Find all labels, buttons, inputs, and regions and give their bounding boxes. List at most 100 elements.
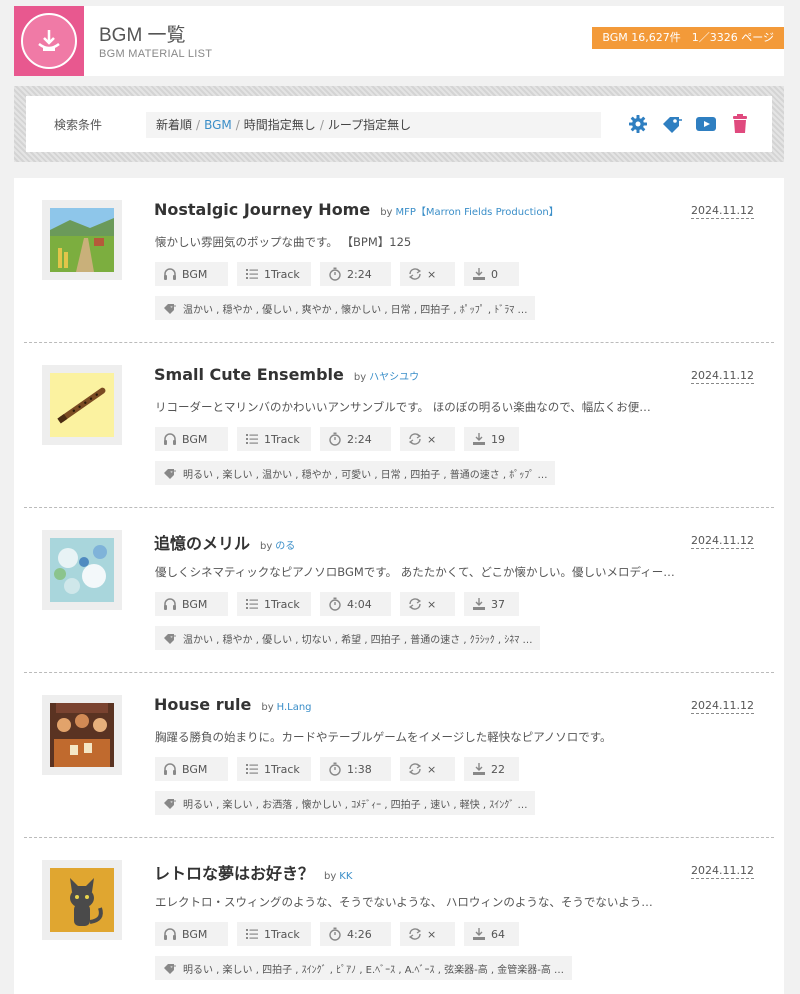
item-date: 2024.11.12 xyxy=(691,534,754,549)
condition-separator: / xyxy=(319,118,324,132)
duration-chip: 4:26 xyxy=(320,922,391,946)
download-icon xyxy=(473,763,485,775)
item-title[interactable]: 追憶のメリル by のる xyxy=(154,530,295,554)
item-author-link[interactable]: H.Lang xyxy=(277,702,312,713)
item-description: 優しくシネマティックなピアノソロBGMです。 あたたかくて、どこか懐かしい。優し… xyxy=(155,565,675,579)
item-author-link[interactable]: ハヤシユウ xyxy=(369,372,419,383)
list-item: Nostalgic Journey Home by MFP【Marron Field… xyxy=(24,178,774,343)
genre-chip: BGM xyxy=(155,757,228,781)
condition-category[interactable]: BGM xyxy=(204,118,232,132)
item-title-text[interactable]: House rule xyxy=(154,695,251,714)
tag-icon xyxy=(164,304,176,314)
genre-label: BGM xyxy=(182,927,208,941)
item-tags[interactable]: 温かい , 穏やか , 優しい , 爽やか , 懐かしい , 日常 , 四拍子 … xyxy=(155,296,536,320)
item-title[interactable]: House rule by H.Lang xyxy=(154,695,312,714)
tracks-label: 1Track xyxy=(264,927,300,941)
logo-emblem-icon xyxy=(21,13,77,69)
item-meta: BGM 1Track 2:24 × 19 xyxy=(155,427,519,451)
stopwatch-icon xyxy=(329,432,341,446)
stopwatch-icon xyxy=(329,927,341,941)
loop-chip: × xyxy=(400,922,455,946)
list-item: House rule by H.Lang 2024.11.12 胸躍る勝負の始まりに… xyxy=(24,673,774,838)
tracks-chip: 1Track xyxy=(237,262,311,286)
tracks-chip: 1Track xyxy=(237,592,311,616)
item-by: by xyxy=(260,541,273,552)
tracks-chip: 1Track xyxy=(237,757,311,781)
loop-label: × xyxy=(427,597,437,611)
tags-text: 明るい , 楽しい , お洒落 , 懐かしい , ｺﾒﾃﾞｨｰ , 四拍子 , … xyxy=(183,799,528,811)
search-conditions[interactable]: 新着順 / BGM / 時間指定無し / ループ指定無し xyxy=(146,112,601,138)
downloads-label: 64 xyxy=(491,927,505,941)
thumbnail[interactable] xyxy=(42,365,122,445)
loop-icon xyxy=(408,763,422,775)
duration-chip: 2:24 xyxy=(320,262,391,286)
loop-label: × xyxy=(427,927,437,941)
loop-label: × xyxy=(427,762,437,776)
thumbnail[interactable] xyxy=(42,200,122,280)
video-icon[interactable] xyxy=(694,112,718,136)
list-icon xyxy=(246,929,258,939)
bgm-list: Nostalgic Journey Home by MFP【Marron Field… xyxy=(14,178,784,994)
thumbnail-image xyxy=(50,538,114,602)
loop-icon xyxy=(408,598,422,610)
tags-text: 明るい , 楽しい , 四拍子 , ｽｲﾝｸﾞ , ﾋﾟｱﾉ , E.ﾍﾞｰｽ … xyxy=(183,964,565,976)
item-tags[interactable]: 温かい , 穏やか , 優しい , 切ない , 希望 , 四拍子 , 普通の速さ… xyxy=(155,626,541,650)
thumbnail[interactable] xyxy=(42,530,122,610)
item-title[interactable]: レトロな夢はお好き？ by KK xyxy=(154,860,352,884)
tags-text: 温かい , 穏やか , 優しい , 切ない , 希望 , 四拍子 , 普通の速さ… xyxy=(183,634,533,646)
item-title-text[interactable]: レトロな夢はお好き？ xyxy=(154,864,314,883)
loop-icon xyxy=(408,268,422,280)
duration-chip: 4:04 xyxy=(320,592,391,616)
download-icon xyxy=(473,433,485,445)
loop-chip: × xyxy=(400,757,455,781)
tag-icon[interactable] xyxy=(660,112,684,136)
list-icon xyxy=(246,269,258,279)
headphones-icon xyxy=(164,268,176,280)
item-by: by xyxy=(261,702,274,713)
thumbnail[interactable] xyxy=(42,695,122,775)
item-author-link[interactable]: MFP【Marron Fields Production】 xyxy=(395,207,558,218)
tracks-chip: 1Track xyxy=(237,922,311,946)
item-title[interactable]: Small Cute Ensemble by ハヤシユウ xyxy=(154,365,419,384)
item-by: by xyxy=(380,207,393,218)
tracks-label: 1Track xyxy=(264,432,300,446)
item-title-text[interactable]: Small Cute Ensemble xyxy=(154,365,344,384)
page-subtitle: BGM MATERIAL LIST xyxy=(99,48,213,60)
downloads-chip: 37 xyxy=(464,592,519,616)
tracks-label: 1Track xyxy=(264,267,300,281)
downloads-chip: 64 xyxy=(464,922,519,946)
tracks-label: 1Track xyxy=(264,762,300,776)
condition-separator: / xyxy=(235,118,240,132)
page-title: BGM 一覧 xyxy=(99,25,186,46)
trash-icon[interactable] xyxy=(728,112,752,136)
item-title-text[interactable]: 追憶のメリル xyxy=(154,534,250,553)
tag-icon xyxy=(164,799,176,809)
downloads-label: 22 xyxy=(491,762,505,776)
item-author-link[interactable]: KK xyxy=(339,871,352,882)
downloads-label: 0 xyxy=(491,267,498,281)
genre-chip: BGM xyxy=(155,427,228,451)
download-icon xyxy=(473,598,485,610)
gear-icon[interactable] xyxy=(626,112,650,136)
item-by: by xyxy=(353,372,367,383)
loop-chip: × xyxy=(400,427,455,451)
item-title[interactable]: Nostalgic Journey Home by MFP【Marron Field… xyxy=(154,200,559,219)
item-description: エレクトロ・スウィングのような、そうでないような、 ハロウィンのような、そうでな… xyxy=(155,895,653,909)
item-description: リコーダーとマリンバのかわいいアンサンブルです。 ほのぼの明るい楽曲なので、幅広… xyxy=(155,400,651,414)
stopwatch-icon xyxy=(329,762,341,776)
item-meta: BGM 1Track 2:24 × 0 xyxy=(155,262,519,286)
item-author-link[interactable]: のる xyxy=(275,541,295,552)
condition-sort: 新着順 xyxy=(156,118,193,132)
search-label: 検索条件 xyxy=(54,118,103,132)
loop-label: × xyxy=(427,432,437,446)
thumbnail[interactable] xyxy=(42,860,122,940)
item-tags[interactable]: 明るい , 楽しい , 温かい , 穏やか , 可愛い , 日常 , 四拍子 ,… xyxy=(155,461,556,485)
item-tags[interactable]: 明るい , 楽しい , 四拍子 , ｽｲﾝｸﾞ , ﾋﾟｱﾉ , E.ﾍﾞｰｽ … xyxy=(155,956,573,980)
loop-chip: × xyxy=(400,262,455,286)
site-logo[interactable] xyxy=(14,6,84,76)
item-tags[interactable]: 明るい , 楽しい , お洒落 , 懐かしい , ｺﾒﾃﾞｨｰ , 四拍子 , … xyxy=(155,791,536,815)
duration-label: 4:26 xyxy=(347,927,372,941)
item-title-text[interactable]: Nostalgic Journey Home xyxy=(154,200,370,219)
genre-label: BGM xyxy=(182,267,208,281)
item-description: 懐かしい雰囲気のポップな曲です。 【BPM】125 xyxy=(155,235,412,249)
